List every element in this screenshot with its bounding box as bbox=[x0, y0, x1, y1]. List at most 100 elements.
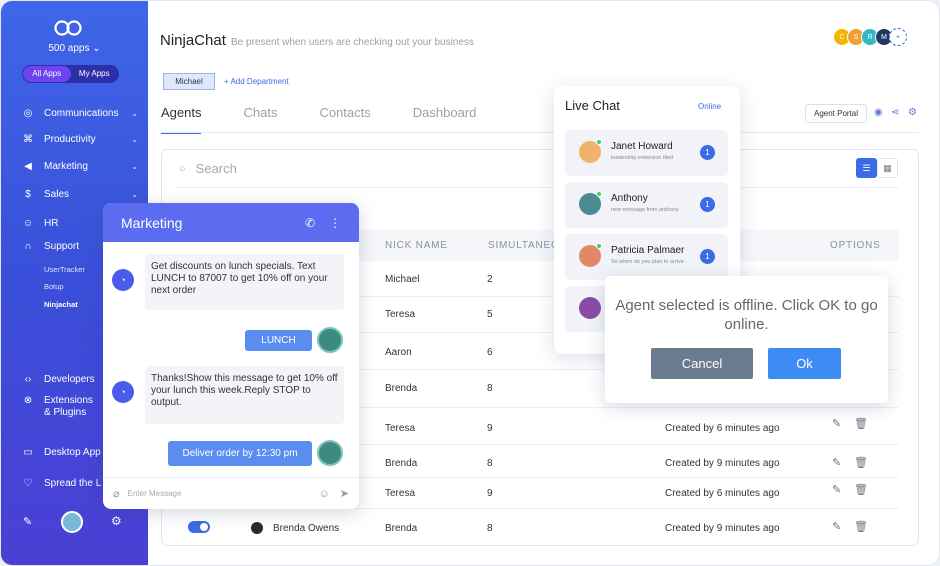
grid-view-icon[interactable]: ▦ bbox=[877, 158, 898, 178]
all-apps-button[interactable]: All Apps bbox=[23, 66, 71, 82]
cell-created: Created by 6 minutes ago bbox=[665, 488, 780, 499]
cell-sim: 8 bbox=[487, 383, 493, 394]
team-avatars[interactable]: C S R M + bbox=[833, 28, 907, 46]
sidebar-sub-ninjachat[interactable]: Ninjachat bbox=[44, 300, 78, 309]
user-avatar bbox=[317, 327, 343, 353]
cell-nick: Brenda bbox=[385, 383, 418, 394]
sidebar-item-sales[interactable]: $ Sales ⌄ bbox=[22, 188, 138, 200]
attach-icon[interactable]: ⌀ bbox=[113, 487, 120, 500]
divider bbox=[177, 187, 899, 188]
phone-icon[interactable]: ✆ bbox=[305, 216, 315, 230]
share-icon[interactable]: ⋖ bbox=[891, 107, 899, 118]
tab-agents[interactable]: Agents bbox=[161, 105, 202, 134]
cell-sim: 8 bbox=[487, 523, 493, 534]
tab-contacts[interactable]: Contacts bbox=[319, 105, 370, 134]
cell-nick: Teresa bbox=[385, 423, 416, 434]
globe-icon: ◎ bbox=[23, 107, 33, 119]
edit-icon[interactable]: ✎ bbox=[832, 483, 841, 496]
user-reply: LUNCH bbox=[245, 330, 312, 351]
more-icon[interactable]: ⋮ bbox=[329, 216, 341, 230]
apps-count[interactable]: 500 apps ⌄ bbox=[1, 43, 148, 54]
search-input[interactable]: ○ Search bbox=[179, 161, 237, 176]
trash-icon[interactable]: 🗑 bbox=[854, 456, 868, 469]
agent-status-toggle[interactable] bbox=[188, 521, 210, 533]
trash-icon[interactable]: 🗑 bbox=[854, 520, 868, 533]
cell-nick: Brenda bbox=[385, 523, 418, 534]
tab-chats[interactable]: Chats bbox=[243, 105, 277, 134]
my-apps-button[interactable]: My Apps bbox=[71, 66, 119, 82]
message-input[interactable]: ⌀ Enter Message ☺ ➤ bbox=[103, 477, 359, 509]
rocket-icon[interactable]: ✎ bbox=[23, 515, 32, 528]
code-icon: ‹› bbox=[24, 373, 32, 385]
eye-icon[interactable]: ◉ bbox=[874, 107, 883, 118]
dollar-icon: $ bbox=[25, 188, 31, 200]
gear-icon[interactable]: ⚙ bbox=[111, 514, 122, 528]
user-avatar[interactable] bbox=[61, 511, 83, 533]
sidebar-item-communications[interactable]: ◎ Communications ⌄ bbox=[22, 107, 138, 119]
cell-created: Created by 6 minutes ago bbox=[665, 423, 780, 434]
offline-dialog: Agent selected is offline. Click OK to g… bbox=[605, 276, 888, 403]
column-simultaneous: SIMULTANEO bbox=[488, 240, 560, 251]
chat-header: Marketing ✆ ⋮ bbox=[103, 203, 359, 242]
edit-icon[interactable]: ✎ bbox=[832, 456, 841, 469]
megaphone-icon: ◀ bbox=[24, 160, 32, 172]
page-subtitle: Be present when users are checking out y… bbox=[231, 37, 474, 48]
emoji-icon[interactable]: ☺ bbox=[319, 488, 330, 500]
marketing-chat-widget: Marketing ✆ ⋮ ◔ Get discounts on lunch s… bbox=[103, 203, 359, 509]
cell-sim: 5 bbox=[487, 309, 493, 320]
cell-created: Created by 9 minutes ago bbox=[665, 523, 780, 534]
unread-badge: 1 bbox=[700, 145, 715, 160]
tab-dashboard[interactable]: Dashboard bbox=[413, 105, 477, 134]
cell-sim: 2 bbox=[487, 274, 493, 285]
chevron-down-icon: ⌄ bbox=[131, 134, 138, 144]
page-title: NinjaChat bbox=[160, 32, 226, 49]
cell-nick: Teresa bbox=[385, 309, 416, 320]
live-chat-title: Live Chat bbox=[565, 98, 620, 113]
cell-name: Brenda Owens bbox=[273, 523, 340, 534]
sidebar-item-productivity[interactable]: ⌘ Productivity ⌄ bbox=[22, 133, 138, 145]
live-chat-item[interactable]: Anthony new message from anthony 1 bbox=[565, 182, 728, 228]
sidebar-footer: ✎ ⚙ bbox=[1, 507, 148, 537]
avatar bbox=[251, 522, 263, 534]
edit-icon[interactable]: ✎ bbox=[832, 520, 841, 533]
user-avatar bbox=[317, 440, 343, 466]
add-user-icon[interactable]: + bbox=[889, 28, 907, 46]
cell-nick: Michael bbox=[385, 274, 420, 285]
search-icon: ○ bbox=[179, 162, 186, 175]
command-icon: ⌘ bbox=[23, 133, 33, 145]
edit-icon[interactable]: ✎ bbox=[832, 417, 841, 430]
cell-sim: 9 bbox=[487, 423, 493, 434]
divider bbox=[161, 132, 919, 133]
chevron-down-icon: ⌄ bbox=[131, 189, 138, 199]
unread-badge: 1 bbox=[700, 197, 715, 212]
puzzle-icon: ⊗ bbox=[23, 395, 33, 406]
app-frame: 500 apps ⌄ All Apps My Apps ◎ Communicat… bbox=[0, 0, 940, 566]
agent-portal-button[interactable]: Agent Portal bbox=[805, 104, 867, 123]
ok-button[interactable]: Ok bbox=[768, 348, 841, 379]
cell-created: Created by 9 minutes ago bbox=[665, 458, 780, 469]
bot-message: Get discounts on lunch specials. Text LU… bbox=[145, 254, 344, 310]
user-reply: Deliver order by 12:30 pm bbox=[168, 441, 312, 466]
live-chat-item[interactable]: Janet Howard leadership extension filed … bbox=[565, 130, 728, 176]
add-department-link[interactable]: + Add Department bbox=[224, 77, 289, 86]
settings-icon[interactable]: ⚙ bbox=[908, 107, 917, 118]
department-tag[interactable]: Michael bbox=[163, 73, 215, 90]
sidebar-sub-usertracker[interactable]: UserTracker bbox=[44, 265, 85, 274]
cancel-button[interactable]: Cancel bbox=[651, 348, 753, 379]
heart-icon: ♡ bbox=[23, 477, 33, 489]
online-indicator bbox=[596, 191, 602, 197]
column-nick-name: NICK NAME bbox=[385, 240, 448, 251]
sidebar-sub-botup[interactable]: Botup bbox=[44, 282, 64, 291]
trash-icon[interactable]: 🗑 bbox=[854, 417, 868, 430]
list-view-icon[interactable]: ☰ bbox=[856, 158, 877, 178]
live-chat-item[interactable]: Patricia Palmaer So when do you plan to … bbox=[565, 234, 728, 280]
send-icon[interactable]: ➤ bbox=[340, 487, 349, 500]
monitor-icon: ▭ bbox=[23, 446, 33, 458]
logo-icon bbox=[54, 20, 82, 36]
status-badge: Online bbox=[698, 102, 722, 111]
person-icon: ☺ bbox=[22, 217, 34, 229]
sidebar-item-marketing[interactable]: ◀ Marketing ⌄ bbox=[22, 160, 138, 172]
cell-sim: 9 bbox=[487, 488, 493, 499]
column-options: OPTIONS bbox=[830, 240, 881, 251]
trash-icon[interactable]: 🗑 bbox=[854, 483, 868, 496]
